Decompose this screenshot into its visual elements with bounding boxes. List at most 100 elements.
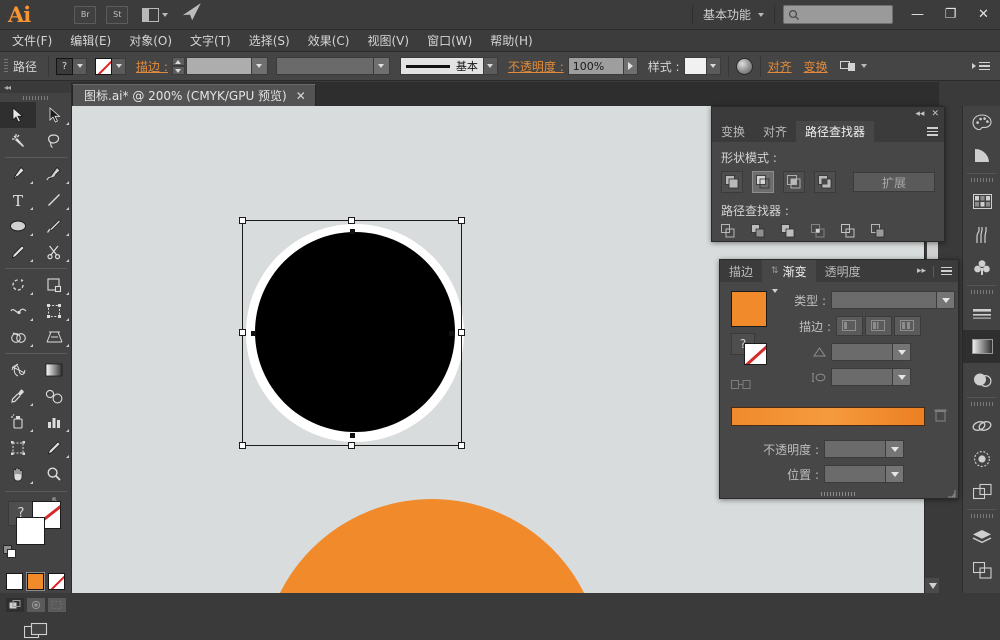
graphic-style-swatch[interactable] — [683, 57, 707, 75]
search-input[interactable] — [783, 5, 893, 24]
scale-tool[interactable] — [36, 272, 72, 298]
apply-gradient-within-stroke[interactable] — [836, 316, 863, 336]
crop-button[interactable] — [811, 224, 827, 242]
stroke-dropdown[interactable] — [112, 57, 127, 75]
pathfinder-panel-menu-icon[interactable] — [927, 121, 944, 142]
swatches-panel-icon[interactable] — [963, 185, 1000, 218]
handle-top-right[interactable] — [458, 217, 465, 224]
hand-tool[interactable] — [0, 461, 36, 487]
tab-align[interactable]: 对齐 — [754, 121, 796, 142]
zoom-tool[interactable] — [36, 461, 72, 487]
appearance-panel-icon[interactable] — [963, 442, 1000, 475]
color-guide-panel-icon[interactable] — [963, 139, 1000, 172]
layers-panel-icon[interactable] — [963, 521, 1000, 554]
restore-button[interactable]: ❐ — [934, 0, 967, 30]
artboards-panel-icon[interactable] — [963, 554, 1000, 587]
tab-pathfinder[interactable]: 路径查找器 — [796, 121, 875, 142]
expand-button[interactable]: 扩展 — [853, 172, 935, 192]
gradient-angle-input[interactable] — [831, 343, 911, 361]
control-bar-grip[interactable] — [4, 58, 8, 74]
merge-button[interactable] — [781, 224, 797, 242]
graphic-styles-panel-icon[interactable] — [963, 475, 1000, 508]
brushes-panel-icon[interactable] — [963, 218, 1000, 251]
bridge-button[interactable]: Br — [74, 5, 97, 24]
reverse-gradient-icon[interactable] — [731, 377, 767, 395]
align-button[interactable]: 对齐 — [768, 58, 792, 75]
fill-swatch[interactable]: ? — [56, 57, 74, 75]
apply-gradient-along-stroke[interactable] — [865, 316, 892, 336]
minus-front-button[interactable] — [752, 171, 774, 193]
divide-button[interactable] — [721, 224, 737, 242]
stroke-weight-input[interactable] — [185, 57, 268, 75]
gradient-panel-menu-icon[interactable] — [941, 266, 952, 276]
gradient-fill-swatch[interactable] — [731, 291, 767, 327]
recolor-artwork-icon[interactable] — [735, 57, 753, 75]
transform-button[interactable]: 变换 — [804, 58, 828, 75]
blend-tool[interactable] — [36, 383, 72, 409]
paper-plane-icon[interactable] — [180, 1, 206, 28]
intersect-button[interactable] — [783, 171, 805, 193]
path-anchor-right[interactable] — [449, 331, 454, 336]
handle-bottom-center[interactable] — [348, 442, 355, 449]
fill-swatch[interactable] — [16, 517, 45, 545]
toolbar-collapse-button[interactable]: ◂◂ — [0, 82, 71, 93]
color-panel-icon[interactable] — [963, 106, 1000, 139]
scissors-tool[interactable] — [36, 239, 72, 265]
color-mode-orange[interactable] — [26, 572, 45, 591]
expand-panel-icon[interactable]: ▸▸ — [917, 266, 926, 276]
pencil-tool[interactable] — [0, 239, 36, 265]
workspace-switcher[interactable]: 基本功能 — [693, 6, 774, 23]
perspective-grid-tool[interactable] — [36, 324, 72, 350]
selection-bounding-box[interactable] — [239, 217, 465, 449]
fill-control[interactable]: ? — [56, 57, 88, 75]
pathfinder-panel-titlebar[interactable]: ◂◂ ✕ — [712, 107, 944, 121]
menu-type[interactable]: 文字(T) — [181, 30, 240, 52]
free-transform-tool[interactable] — [36, 298, 72, 324]
ellipse-tool[interactable] — [0, 213, 36, 239]
fill-dropdown[interactable] — [73, 57, 88, 75]
delete-stop-icon[interactable] — [934, 408, 947, 425]
draw-normal[interactable] — [4, 597, 25, 613]
minus-back-button[interactable] — [871, 224, 887, 242]
close-button[interactable]: ✕ — [967, 0, 1000, 30]
control-panel-menu-icon[interactable] — [972, 61, 990, 71]
style-dropdown[interactable] — [706, 57, 721, 75]
scroll-down-button[interactable] — [925, 578, 939, 593]
arrange-documents-button[interactable] — [142, 7, 169, 22]
stroke-panel-icon[interactable] — [963, 297, 1000, 330]
change-screen-mode-icon[interactable] — [0, 613, 71, 640]
selection-tool[interactable] — [0, 102, 36, 128]
handle-bottom-left[interactable] — [239, 442, 246, 449]
minimize-button[interactable]: — — [901, 0, 934, 30]
stroke-swatch-none[interactable] — [744, 343, 767, 365]
symbol-sprayer-tool[interactable] — [0, 409, 36, 435]
handle-top-left[interactable] — [239, 217, 246, 224]
type-tool[interactable]: T — [0, 187, 36, 213]
transparency-panel-icon[interactable] — [963, 363, 1000, 396]
orange-circle[interactable] — [262, 499, 602, 593]
profile-dropdown[interactable] — [483, 57, 498, 75]
opacity-flyout-button[interactable] — [623, 57, 638, 75]
close-icon[interactable]: ✕ — [931, 109, 939, 119]
draw-inside[interactable] — [46, 597, 67, 613]
path-anchor-top[interactable] — [350, 229, 355, 234]
trim-button[interactable] — [751, 224, 767, 242]
stroke-weight-stepper[interactable] — [171, 57, 185, 75]
stroke-swatch-none[interactable] — [95, 57, 113, 75]
opacity-input[interactable]: 100% — [567, 57, 624, 75]
menu-effect[interactable]: 效果(C) — [299, 30, 359, 52]
links-panel-icon[interactable] — [963, 409, 1000, 442]
handle-middle-left[interactable] — [239, 329, 246, 336]
gradient-slider[interactable] — [731, 407, 925, 426]
eyedropper-tool[interactable] — [0, 383, 36, 409]
gradient-presets-dropdown[interactable] — [772, 289, 778, 307]
exclude-button[interactable] — [814, 171, 836, 193]
menu-select[interactable]: 选择(S) — [240, 30, 299, 52]
menu-help[interactable]: 帮助(H) — [481, 30, 541, 52]
tab-transparency[interactable]: 透明度 — [816, 260, 870, 282]
draw-behind[interactable] — [25, 597, 46, 613]
unite-button[interactable] — [721, 171, 743, 193]
paintbrush-tool[interactable] — [36, 213, 72, 239]
symbols-panel-icon[interactable] — [963, 251, 1000, 284]
mesh-tool[interactable] — [0, 357, 36, 383]
